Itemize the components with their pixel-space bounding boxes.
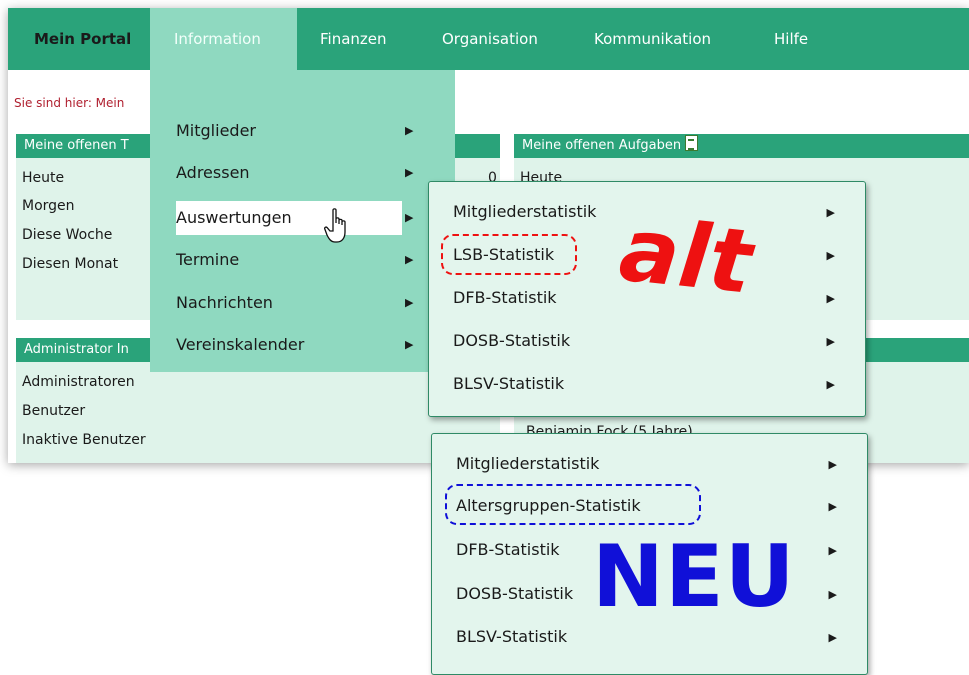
box-row-heute[interactable]: Heute [22,170,64,186]
nav-mein-portal[interactable]: Mein Portal [34,8,131,70]
box-row-morgen[interactable]: Morgen [22,198,75,214]
submenu-item-dfb-statistik[interactable]: DFB-Statistik [456,540,560,559]
menu-item-nachrichten[interactable]: Nachrichten [176,286,402,320]
chevron-right-icon: ▶ [405,253,414,266]
chevron-right-icon: ▶ [826,292,835,305]
chevron-right-icon: ▶ [826,249,835,262]
submenu-item-dosb-statistik[interactable]: DOSB-Statistik [453,331,570,350]
chevron-right-icon: ▶ [826,335,835,348]
menu-item-vereinskalender[interactable]: Vereinskalender [176,328,402,362]
breadcrumb: Sie sind hier: Mein [14,96,125,110]
chevron-right-icon: ▶ [405,166,414,179]
box-title: Meine offenen Aufgaben [514,134,969,158]
box-row-administratoren[interactable]: Administratoren [22,374,135,390]
nav-information[interactable]: Information [150,8,297,70]
document-icon[interactable] [685,135,699,151]
chevron-right-icon: ▶ [826,378,835,391]
menu-item-mitglieder[interactable]: Mitglieder [176,114,402,148]
chevron-right-icon: ▶ [828,458,837,471]
box-row-inaktive-benutzer[interactable]: Inaktive Benutzer [22,432,146,448]
chevron-right-icon: ▶ [405,211,414,224]
chevron-right-icon: ▶ [405,124,414,137]
submenu-item-mitgliederstatistik[interactable]: Mitgliederstatistik [453,202,596,221]
nav-organisation[interactable]: Organisation [442,8,538,70]
submenu-item-blsv-statistik[interactable]: BLSV-Statistik [453,374,564,393]
box-row-diesen-monat[interactable]: Diesen Monat [22,256,118,272]
chevron-right-icon: ▶ [405,338,414,351]
new-highlight-ring [445,484,701,525]
menu-item-adressen[interactable]: Adressen [176,156,402,190]
chevron-right-icon: ▶ [828,544,837,557]
menu-item-termine[interactable]: Termine [176,243,402,277]
menu-item-auswertungen[interactable]: Auswertungen [176,201,402,235]
chevron-right-icon: ▶ [828,500,837,513]
nav-hilfe[interactable]: Hilfe [774,8,808,70]
submenu-item-dosb-statistik[interactable]: DOSB-Statistik [456,584,573,603]
new-annotation-label: NEU [592,527,796,627]
submenu-item-blsv-statistik[interactable]: BLSV-Statistik [456,627,567,646]
box-row-benutzer[interactable]: Benutzer [22,403,85,419]
box-row-diese-woche[interactable]: Diese Woche [22,227,112,243]
top-navigation: Mein Portal Information Finanzen Organis… [8,8,969,70]
nav-kommunikation[interactable]: Kommunikation [594,8,711,70]
chevron-right-icon: ▶ [826,206,835,219]
information-dropdown: Mitglieder ▶ Adressen ▶ Auswertungen ▶ T… [150,70,455,372]
nav-finanzen[interactable]: Finanzen [320,8,387,70]
chevron-right-icon: ▶ [828,631,837,644]
submenu-item-dfb-statistik[interactable]: DFB-Statistik [453,288,557,307]
box-title-text: Meine offenen Aufgaben [522,138,682,153]
old-annotation-label: alt [615,197,757,314]
chevron-right-icon: ▶ [828,588,837,601]
hand-pointer-icon [324,208,346,243]
old-highlight-ring [441,234,577,275]
submenu-item-mitgliederstatistik[interactable]: Mitgliederstatistik [456,454,599,473]
chevron-right-icon: ▶ [405,296,414,309]
